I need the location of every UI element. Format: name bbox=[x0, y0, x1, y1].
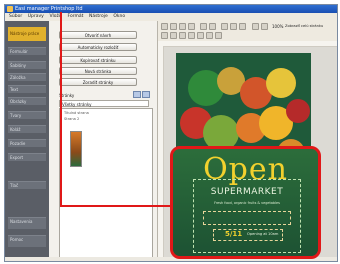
nav-item[interactable]: Tlač bbox=[8, 181, 46, 189]
view-grid-icon[interactable] bbox=[142, 91, 150, 98]
nav-item[interactable]: Záložka bbox=[8, 73, 46, 81]
zoom-out-icon[interactable] bbox=[261, 23, 268, 30]
poster-tagline[interactable]: Fresh food, organic fruits & vegetables bbox=[199, 201, 295, 205]
nav-item[interactable]: Šablóny bbox=[8, 61, 46, 69]
image-tool-icon[interactable] bbox=[206, 32, 213, 39]
open-design-button[interactable]: Otvoriť návrh bbox=[59, 31, 137, 39]
list-item[interactable]: Titulná strana bbox=[64, 111, 89, 115]
menu-tools[interactable]: Nástroje bbox=[89, 13, 108, 21]
list-item[interactable]: Strana 2 bbox=[64, 117, 79, 121]
pointer-icon[interactable] bbox=[161, 32, 168, 39]
nav-item[interactable]: Export bbox=[8, 153, 46, 161]
nav-item[interactable]: Pozadie bbox=[8, 139, 46, 147]
nav-item[interactable]: Pomoc bbox=[8, 235, 46, 247]
ellipse-tool-icon[interactable] bbox=[197, 32, 204, 39]
open-icon[interactable] bbox=[170, 23, 177, 30]
new-page-button[interactable]: Nová stránka bbox=[59, 67, 137, 75]
ruler-left bbox=[158, 46, 164, 261]
nav-item[interactable]: Nastavenia bbox=[8, 217, 46, 229]
poster-date[interactable]: 5/11 bbox=[225, 230, 242, 238]
app-icon bbox=[7, 6, 13, 12]
new-icon[interactable] bbox=[161, 23, 168, 30]
pages-dropdown-value: Všetky stránky bbox=[62, 101, 92, 107]
nav-item[interactable]: Formulár bbox=[8, 47, 46, 55]
menu-edit[interactable]: Úpravy bbox=[28, 13, 44, 21]
view-list-icon[interactable] bbox=[133, 91, 141, 98]
callout-line-vertical bbox=[60, 12, 62, 206]
left-nav: Nástroje práce Formulár Šablóny Záložka … bbox=[5, 21, 49, 261]
line-tool-icon[interactable] bbox=[179, 32, 186, 39]
zoom-level[interactable]: 100% bbox=[272, 24, 283, 29]
nav-item[interactable]: Text bbox=[8, 85, 46, 93]
menu-window[interactable]: Okno bbox=[113, 13, 125, 21]
poster-subhead[interactable]: SUPERMARKET bbox=[195, 187, 299, 197]
page-thumbnails: Titulná strana Strana 2 bbox=[59, 108, 153, 260]
pages-dropdown[interactable]: Všetky stránky bbox=[59, 100, 149, 107]
copy-page-button[interactable]: Kopírovať stránku bbox=[59, 56, 137, 64]
zoom-mode-label[interactable]: Zobraziť celú stránku bbox=[285, 24, 323, 28]
redo-icon[interactable] bbox=[209, 23, 216, 30]
cut-icon[interactable] bbox=[221, 23, 228, 30]
canvas-toolbar: 100% Zobraziť celú stránku bbox=[158, 21, 337, 42]
copy-icon[interactable] bbox=[230, 23, 237, 30]
save-icon[interactable] bbox=[179, 23, 186, 30]
nav-item[interactable]: Koláž bbox=[8, 125, 46, 133]
rect-tool-icon[interactable] bbox=[188, 32, 195, 39]
auto-layout-button[interactable]: Automaticky rozložiť bbox=[59, 43, 137, 51]
title-bar: Easi manager Printshop ltd bbox=[5, 5, 337, 13]
text-frame[interactable] bbox=[203, 211, 291, 225]
ruler-top bbox=[158, 41, 337, 47]
sort-pages-button[interactable]: Zoradiť stránky bbox=[59, 78, 137, 86]
undo-icon[interactable] bbox=[200, 23, 207, 30]
rotate-icon[interactable] bbox=[215, 32, 222, 39]
callout-line-horizontal bbox=[60, 205, 172, 207]
page-thumbnail[interactable] bbox=[70, 131, 82, 167]
nav-item-active[interactable]: Nástroje práce bbox=[8, 27, 46, 41]
menu-format[interactable]: Formát bbox=[68, 13, 84, 21]
action-panel: Otvoriť návrh Automaticky rozložiť Kopír… bbox=[49, 21, 158, 261]
print-icon[interactable] bbox=[188, 23, 195, 30]
paste-icon[interactable] bbox=[239, 23, 246, 30]
zoom-in-icon[interactable] bbox=[252, 23, 259, 30]
nav-item[interactable]: Obrázky bbox=[8, 97, 46, 105]
poster-date-note[interactable]: Opening at 10am bbox=[247, 232, 278, 236]
menu-file[interactable]: Súbor bbox=[9, 13, 22, 21]
window-title: Easi manager Printshop ltd bbox=[15, 6, 83, 12]
poster-zoom-callout: Open SUPERMARKET Fresh food, organic fru… bbox=[170, 146, 321, 259]
nav-item[interactable]: Tvary bbox=[8, 111, 46, 119]
text-tool-icon[interactable] bbox=[170, 32, 177, 39]
